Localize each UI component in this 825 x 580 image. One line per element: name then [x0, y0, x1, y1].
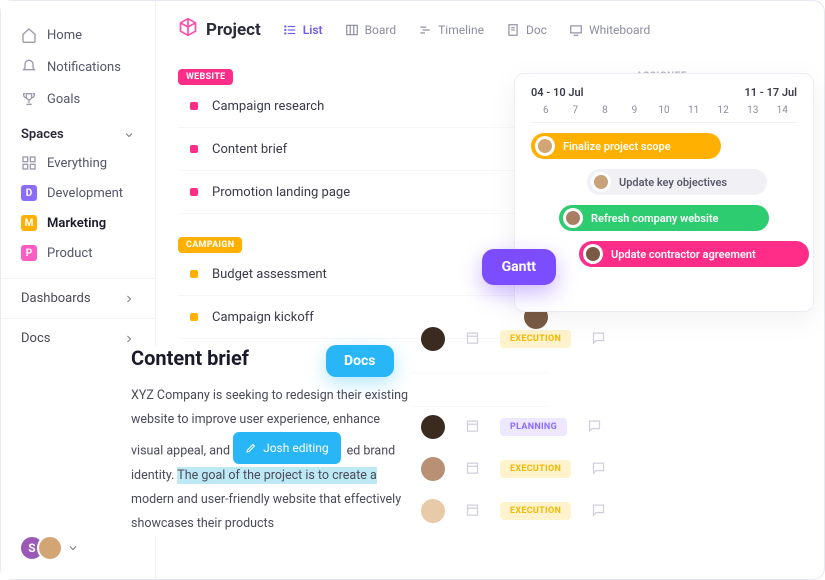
tab-doc[interactable]: Doc [506, 23, 547, 37]
page-title: Project [178, 17, 261, 42]
task-detail-list: EXECUTION PLANNING EXECUTION EXECUTION [421, 321, 804, 529]
product-icon: P [21, 245, 37, 261]
chevron-down-icon [123, 129, 135, 141]
chat-icon[interactable] [591, 460, 606, 479]
gantt-bar[interactable]: Update key objectives [587, 169, 767, 195]
gantt-day-scale: 67891011121314 [531, 105, 797, 123]
group-label[interactable]: WEBSITE [178, 69, 233, 85]
task-detail-row[interactable]: EXECUTION [421, 321, 804, 357]
board-icon [345, 23, 359, 37]
avatar [583, 244, 603, 264]
gantt-bar[interactable]: Refresh company website [559, 205, 769, 231]
calendar-icon[interactable] [465, 330, 480, 349]
avatar [535, 136, 555, 156]
avatar [421, 457, 445, 481]
calendar-icon[interactable] [465, 502, 480, 521]
doc-icon [506, 23, 520, 37]
chat-icon[interactable] [591, 330, 606, 349]
list-icon [283, 23, 297, 37]
doc-body[interactable]: XYZ Company is seeking to redesign their… [131, 384, 411, 536]
avatar [591, 172, 611, 192]
home-icon [21, 27, 37, 43]
timeline-icon [418, 23, 432, 37]
task-detail-row[interactable]: EXECUTION [421, 493, 804, 529]
gantt-bar[interactable]: Finalize project scope [531, 133, 721, 159]
task-row[interactable]: Promotion landing page [178, 171, 548, 214]
project-header: Project List Board Timeline Doc Whiteboa… [178, 17, 802, 56]
group-label[interactable]: CAMPAIGN [178, 237, 242, 253]
grid-icon [21, 155, 37, 171]
nav-home[interactable]: Home [1, 19, 155, 51]
chat-icon[interactable] [587, 418, 602, 437]
calendar-icon[interactable] [465, 460, 480, 479]
task-detail-row[interactable]: EXECUTION [421, 451, 804, 487]
tab-list[interactable]: List [283, 23, 323, 37]
avatar [37, 535, 63, 561]
spaces-header[interactable]: Spaces [1, 115, 155, 148]
group-website: WEBSITE Campaign research Content brief … [178, 64, 548, 214]
editing-indicator: Josh editing [233, 432, 341, 465]
avatar [563, 208, 583, 228]
status-badge[interactable]: EXECUTION [500, 330, 571, 348]
tab-timeline[interactable]: Timeline [418, 23, 484, 37]
avatar [421, 415, 445, 439]
marketing-icon: M [21, 215, 37, 231]
chevron-down-icon [67, 542, 79, 554]
avatar [421, 499, 445, 523]
pencil-icon [245, 442, 257, 454]
task-row[interactable]: Campaign research [178, 85, 548, 128]
sidebar-item-development[interactable]: DDevelopment [1, 178, 155, 208]
tab-board[interactable]: Board [345, 23, 397, 37]
gantt-bar[interactable]: Update contractor agreement [579, 241, 809, 267]
gantt-panel: 04 - 10 Jul 11 - 17 Jul 67891011121314 F… [514, 73, 814, 312]
task-detail-row[interactable]: PLANNING [421, 409, 804, 445]
calendar-icon[interactable] [465, 418, 480, 437]
nav-notifications[interactable]: Notifications [1, 51, 155, 83]
trophy-icon [21, 91, 37, 107]
bell-icon [21, 59, 37, 75]
task-row[interactable]: Content brief [178, 128, 548, 171]
chevron-right-icon [123, 293, 135, 305]
chat-icon[interactable] [591, 502, 606, 521]
user-cluster[interactable]: S [19, 535, 79, 561]
nav-goals[interactable]: Goals [1, 83, 155, 115]
highlighted-text: The goal of the project is to create a [177, 467, 377, 484]
status-badge[interactable]: EXECUTION [500, 502, 571, 520]
status-badge[interactable]: PLANNING [500, 418, 567, 436]
tab-whiteboard[interactable]: Whiteboard [569, 23, 650, 37]
avatar [421, 327, 445, 351]
gantt-week-label: 04 - 10 Jul [531, 86, 584, 99]
whiteboard-icon [569, 23, 583, 37]
cube-icon [178, 17, 198, 42]
sidebar-item-marketing[interactable]: MMarketing [1, 208, 155, 238]
gantt-badge: Gantt [482, 249, 556, 285]
status-badge[interactable]: EXECUTION [500, 460, 571, 478]
sidebar-item-product[interactable]: PProduct [1, 238, 155, 268]
sidebar-dashboards[interactable]: Dashboards [1, 278, 155, 318]
docs-badge: Docs [326, 345, 394, 377]
gantt-bars: Finalize project scope Update key object… [531, 133, 797, 293]
sidebar-item-everything[interactable]: Everything [1, 148, 155, 178]
chevron-right-icon [123, 333, 135, 345]
development-icon: D [21, 185, 37, 201]
gantt-week-label: 11 - 17 Jul [745, 86, 798, 99]
